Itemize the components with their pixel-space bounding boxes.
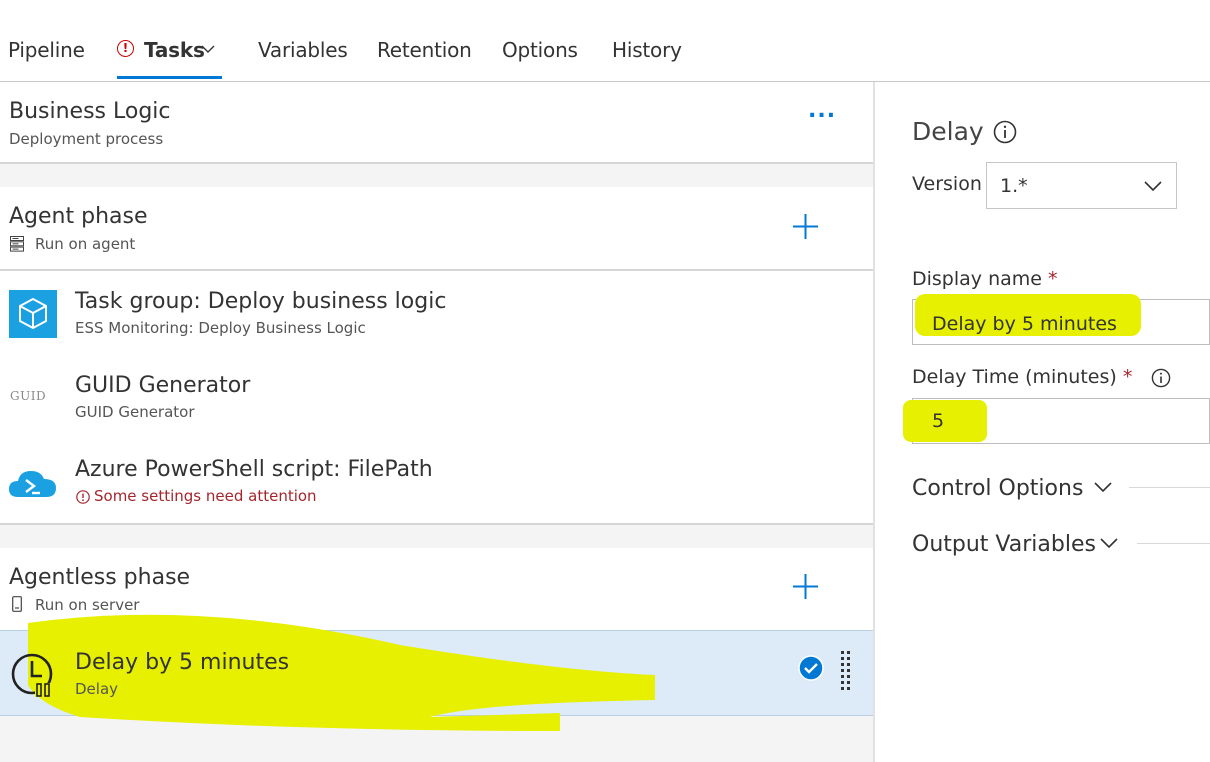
chevron-down-icon[interactable] — [201, 45, 215, 54]
divider — [0, 523, 873, 525]
tab-retention[interactable]: Retention — [377, 38, 472, 62]
task-subtitle: GUID Generator — [75, 403, 195, 421]
tab-pipeline[interactable]: Pipeline — [8, 38, 85, 62]
process-subtitle: Deployment process — [9, 130, 164, 148]
server-icon — [10, 236, 24, 252]
task-title: GUID Generator — [75, 373, 251, 398]
control-options-label: Control Options — [912, 476, 1084, 501]
task-list: Task group: Deploy business logic ESS Mo… — [0, 271, 873, 523]
chevron-down-icon — [1100, 538, 1118, 549]
process-header[interactable]: Business Logic Deployment process ... — [0, 82, 873, 162]
highlight-mark — [903, 400, 987, 442]
selected-check-icon — [798, 655, 824, 681]
divider — [0, 162, 873, 164]
task-subtitle: Delay — [75, 680, 119, 698]
active-tab-indicator — [117, 76, 222, 79]
panel-title: Delay — [912, 117, 984, 146]
section-rule — [1137, 543, 1210, 544]
display-name-label: Display name * — [912, 268, 1058, 290]
process-title: Business Logic — [9, 99, 171, 124]
delay-time-label: Delay Time (minutes) * — [912, 366, 1133, 388]
pipeline-tabs: Pipeline ! Tasks Variables Retention Opt… — [0, 0, 1210, 82]
delay-time-value: 5 — [932, 410, 945, 432]
more-options-button[interactable]: ... — [808, 98, 836, 123]
section-rule — [1129, 487, 1210, 488]
add-task-plus-icon[interactable] — [793, 574, 818, 599]
task-title: Task group: Deploy business logic — [75, 289, 447, 314]
info-icon[interactable] — [1151, 368, 1171, 388]
drag-handle-icon[interactable] — [840, 650, 852, 694]
task-title: Azure PowerShell script: FilePath — [75, 457, 433, 482]
version-select[interactable]: 1.* — [986, 162, 1177, 209]
alert-icon: ! — [117, 40, 134, 57]
tab-options[interactable]: Options — [502, 38, 578, 62]
warning-icon — [76, 490, 90, 504]
task-subtitle: ESS Monitoring: Deploy Business Logic — [75, 319, 366, 337]
display-name-value: Delay by 5 minutes — [932, 313, 1117, 335]
agent-phase-subtitle: Run on agent — [35, 235, 136, 253]
azure-powershell-icon — [9, 471, 56, 497]
agent-phase-header[interactable]: Agent phase Run on agent — [0, 187, 873, 269]
task-title: Delay by 5 minutes — [75, 650, 290, 675]
tab-variables[interactable]: Variables — [258, 38, 348, 62]
task-warning-text: Some settings need attention — [94, 487, 317, 505]
info-icon[interactable] — [993, 120, 1017, 144]
version-value: 1.* — [1000, 175, 1028, 197]
add-task-plus-icon[interactable] — [793, 214, 818, 239]
output-variables-label: Output Variables — [912, 532, 1096, 557]
chevron-down-icon — [1094, 482, 1112, 493]
guid-icon: GUID — [10, 389, 47, 403]
tab-tasks[interactable]: Tasks — [144, 38, 205, 62]
delay-clock-icon — [11, 653, 53, 697]
agent-phase-title: Agent phase — [9, 204, 148, 229]
tab-history[interactable]: History — [612, 38, 682, 62]
chevron-down-icon — [1144, 181, 1162, 192]
version-label: Version — [912, 173, 982, 195]
agentless-phase-title: Agentless phase — [9, 565, 191, 590]
task-group-icon — [9, 290, 57, 338]
